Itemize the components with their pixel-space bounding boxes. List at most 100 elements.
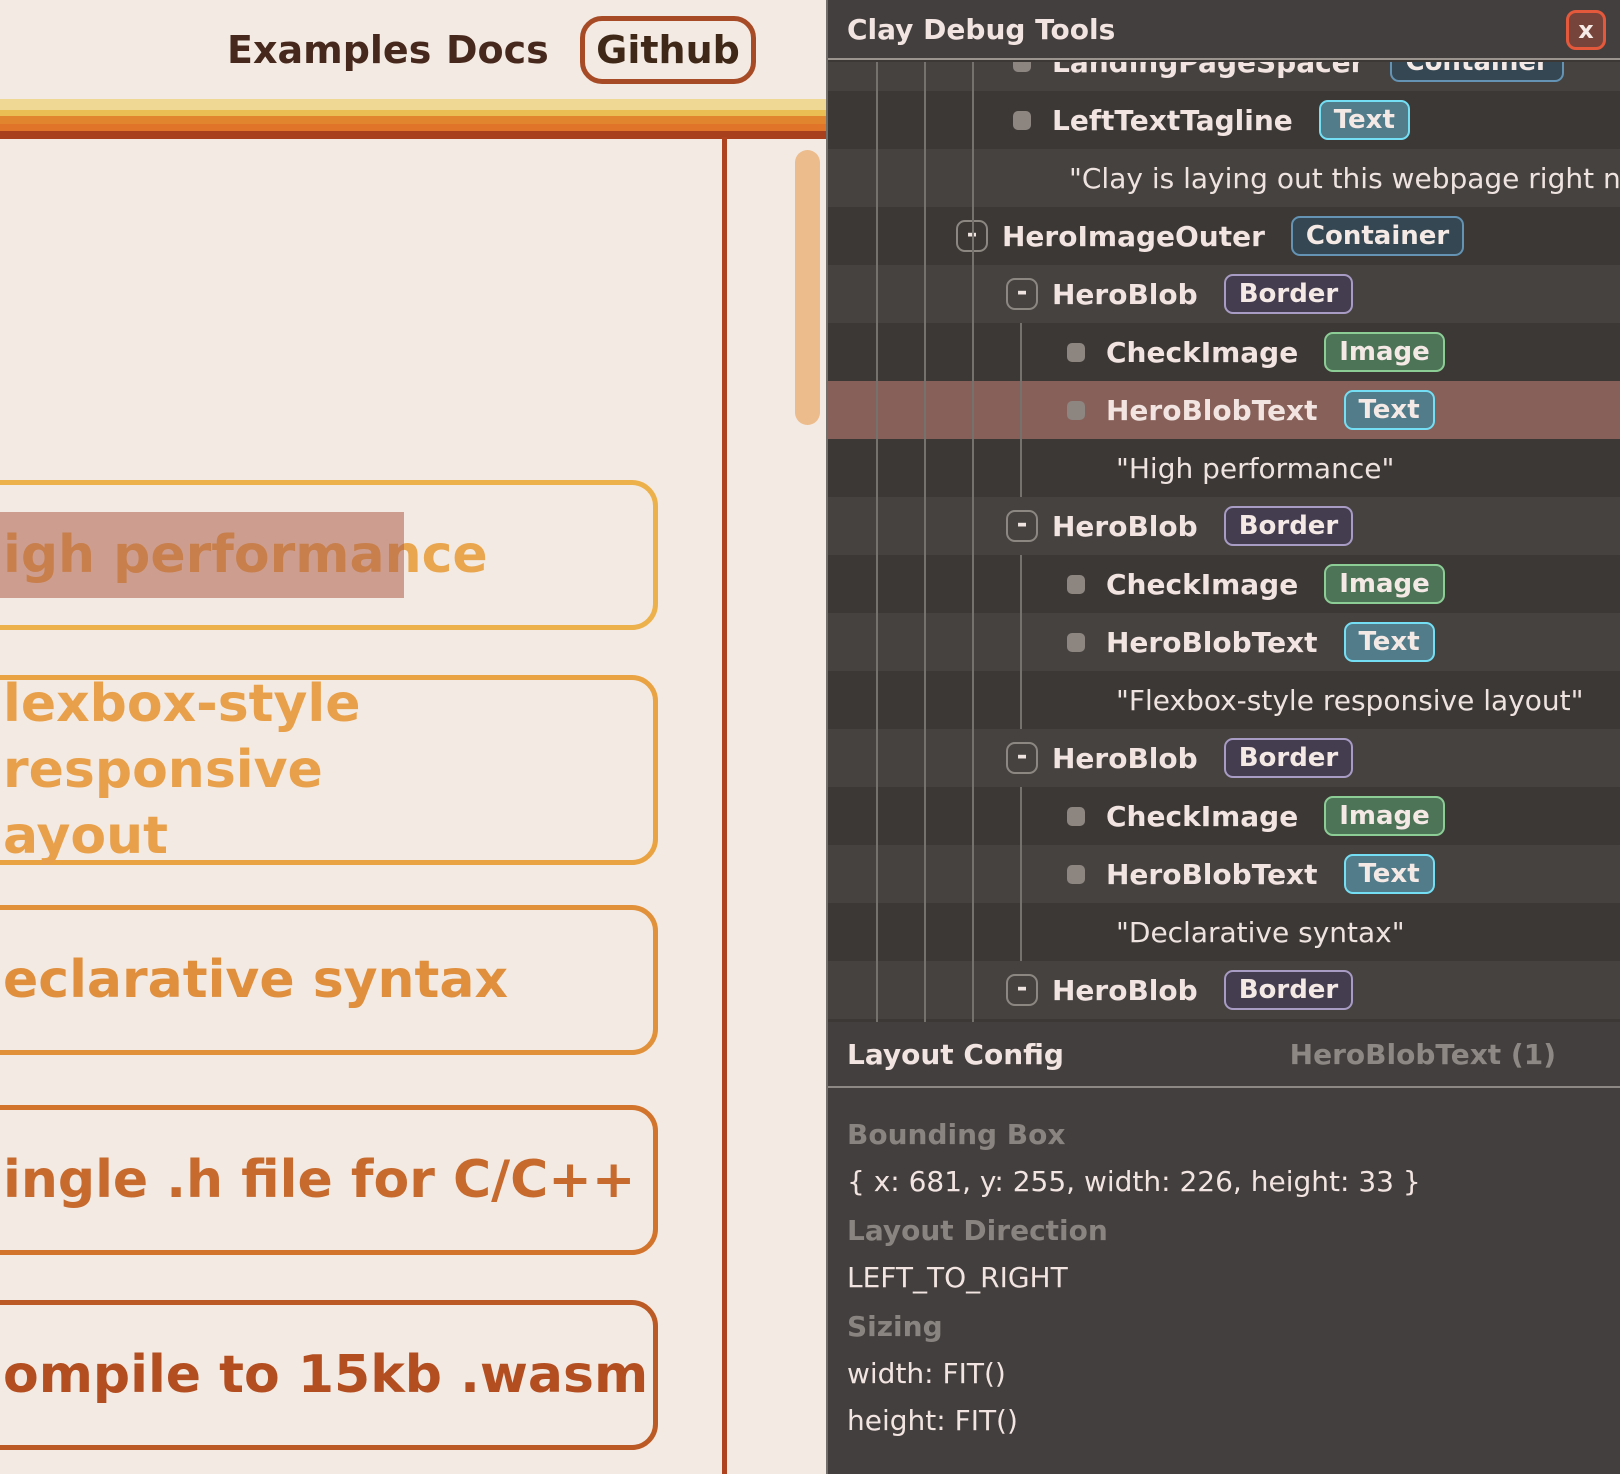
element-bullet-icon — [1067, 575, 1085, 594]
site-page: Examples Docs Github igh performancelexb… — [0, 0, 826, 1474]
element-bullet-icon — [1013, 111, 1031, 130]
config-field-label: Bounding Box — [847, 1118, 1601, 1151]
element-bullet-icon — [1067, 807, 1085, 826]
layout-config-body: Bounding Box { x: 681, y: 255, width: 226… — [828, 1088, 1620, 1437]
element-type-tag: Border — [1224, 506, 1354, 546]
config-field-label: Layout Direction — [847, 1214, 1601, 1247]
tree-node-label: HeroBlob — [1052, 278, 1198, 311]
feature-card-text: ompile to 15kb .wasm — [3, 1342, 653, 1408]
config-field-value: { x: 681, y: 255, width: 226, height: 33… — [847, 1165, 1601, 1198]
nav-link-examples[interactable]: Examples — [227, 0, 431, 99]
tree-node-label: CheckImage — [1106, 800, 1298, 833]
page-vertical-divider — [722, 137, 727, 1474]
element-type-tag: Border — [1224, 274, 1354, 314]
layout-config-title: Layout Config — [847, 1038, 1064, 1071]
tree-row[interactable]: -HeroBlob Border — [828, 497, 1620, 555]
stripe-band-4 — [0, 131, 826, 139]
clay-debug-panel: Clay Debug Tools x LandingPageSpacer Cont… — [826, 0, 1620, 1474]
element-type-tag: Container — [1291, 216, 1464, 256]
collapse-button[interactable]: - — [1006, 974, 1038, 1006]
tree-node-label: HeroBlobText — [1106, 626, 1318, 659]
tree-node-label: HeroBlob — [1052, 510, 1198, 543]
config-field-value: height: FIT() — [847, 1404, 1601, 1437]
tree-row[interactable]: "Declarative syntax" — [828, 903, 1620, 961]
element-type-tag: Image — [1324, 332, 1445, 372]
tree-indent-guide — [1020, 555, 1022, 729]
element-type-tag: Text — [1344, 622, 1435, 662]
tree-row[interactable]: "Clay is laying out this webpage right n… — [828, 149, 1620, 207]
feature-card-text: ayout — [3, 803, 653, 869]
feature-card-text: ingle .h file for C/C++ — [3, 1147, 653, 1213]
tree-text-content: "Declarative syntax" — [1116, 916, 1405, 949]
tree-indent-guide — [924, 62, 926, 1022]
tree-text-content: "Flexbox-style responsive layout" — [1116, 684, 1584, 717]
debug-panel-header: Clay Debug Tools — [828, 0, 1620, 60]
element-type-tag: Text — [1319, 100, 1410, 140]
config-field-value: LEFT_TO_RIGHT — [847, 1261, 1601, 1294]
element-type-tag: Border — [1224, 738, 1354, 778]
tree-row[interactable]: HeroBlobText Text — [828, 613, 1620, 671]
tree-row[interactable]: LandingPageSpacer Container — [828, 62, 1620, 91]
tree-row[interactable]: "High performance" — [828, 439, 1620, 497]
page-scrollbar-thumb[interactable] — [795, 150, 820, 425]
debug-selection-overlay — [0, 512, 404, 598]
element-type-tag: Text — [1344, 390, 1435, 430]
tree-text-content: "Clay is laying out this webpage right n… — [1069, 162, 1620, 195]
github-button[interactable]: Github — [580, 16, 756, 84]
config-field-value: width: FIT() — [847, 1357, 1601, 1390]
element-type-tag: Image — [1324, 564, 1445, 604]
collapse-button[interactable]: - — [1006, 278, 1038, 310]
tree-node-label: LandingPageSpacer — [1052, 62, 1364, 79]
tree-indent-guide — [876, 62, 878, 1022]
config-field-label: Sizing — [847, 1310, 1601, 1343]
tree-row[interactable]: -HeroBlob Border — [828, 961, 1620, 1019]
debug-panel-title: Clay Debug Tools — [847, 13, 1115, 46]
element-type-tag: Text — [1344, 854, 1435, 894]
tree-row[interactable]: HeroBlobText Text — [828, 845, 1620, 903]
element-bullet-icon — [1067, 633, 1085, 652]
collapse-button[interactable]: - — [1006, 742, 1038, 774]
tree-row[interactable]: HeroBlobText Text — [828, 381, 1620, 439]
element-tree: LandingPageSpacer Container LeftTextTaglin… — [828, 62, 1620, 1022]
tree-node-label: CheckImage — [1106, 336, 1298, 369]
tree-node-label: HeroBlob — [1052, 974, 1198, 1007]
tree-text-content: "High performance" — [1116, 452, 1394, 485]
tree-row[interactable]: -HeroImageOuterContainer — [828, 207, 1620, 265]
tree-row[interactable]: CheckImage Image — [828, 323, 1620, 381]
tree-row[interactable]: -HeroBlob Border — [828, 265, 1620, 323]
layout-config-header: Layout Config HeroBlobText (1) — [828, 1022, 1620, 1088]
feature-card: eclarative syntax — [0, 905, 658, 1055]
layout-config-section: Layout Config HeroBlobText (1) Bounding … — [828, 1022, 1620, 1474]
tree-row[interactable]: CheckImage Image — [828, 555, 1620, 613]
tree-indent-guide — [1020, 323, 1022, 497]
tree-row[interactable]: -HeroBlob Border — [828, 729, 1620, 787]
stripe-band-3 — [0, 124, 826, 131]
tree-node-label: HeroBlobText — [1106, 394, 1318, 427]
tree-node-label: HeroImageOuter — [1002, 220, 1265, 253]
stripe-band-0 — [0, 99, 826, 110]
feature-card: ingle .h file for C/C++ — [0, 1105, 658, 1255]
tree-indent-guide — [972, 62, 974, 1022]
element-bullet-icon — [1067, 343, 1085, 362]
feature-card: lexbox-style responsiveayout — [0, 675, 658, 865]
close-icon[interactable]: x — [1566, 10, 1606, 50]
tree-node-label: LeftTextTagline — [1052, 104, 1293, 137]
selected-element-label: HeroBlobText (1) — [1290, 1038, 1556, 1071]
tree-node-label: CheckImage — [1106, 568, 1298, 601]
tree-row[interactable]: CheckImage Image — [828, 787, 1620, 845]
screen: Examples Docs Github igh performancelexb… — [0, 0, 1620, 1474]
element-bullet-icon — [1013, 62, 1031, 72]
tree-row[interactable]: "Flexbox-style responsive layout" — [828, 671, 1620, 729]
brand-stripe — [0, 99, 826, 139]
tree-node-label: HeroBlob — [1052, 742, 1198, 775]
tree-node-label: HeroBlobText — [1106, 858, 1318, 891]
collapse-button[interactable]: - — [1006, 510, 1038, 542]
feature-card-text: eclarative syntax — [3, 947, 653, 1013]
feature-card: ompile to 15kb .wasm — [0, 1300, 658, 1450]
nav-link-docs[interactable]: Docs — [446, 0, 549, 99]
element-type-tag: Container — [1390, 62, 1563, 82]
stripe-band-2 — [0, 116, 826, 124]
tree-row[interactable]: LeftTextTagline Text — [828, 91, 1620, 149]
element-type-tag: Border — [1224, 970, 1354, 1010]
element-type-tag: Image — [1324, 796, 1445, 836]
